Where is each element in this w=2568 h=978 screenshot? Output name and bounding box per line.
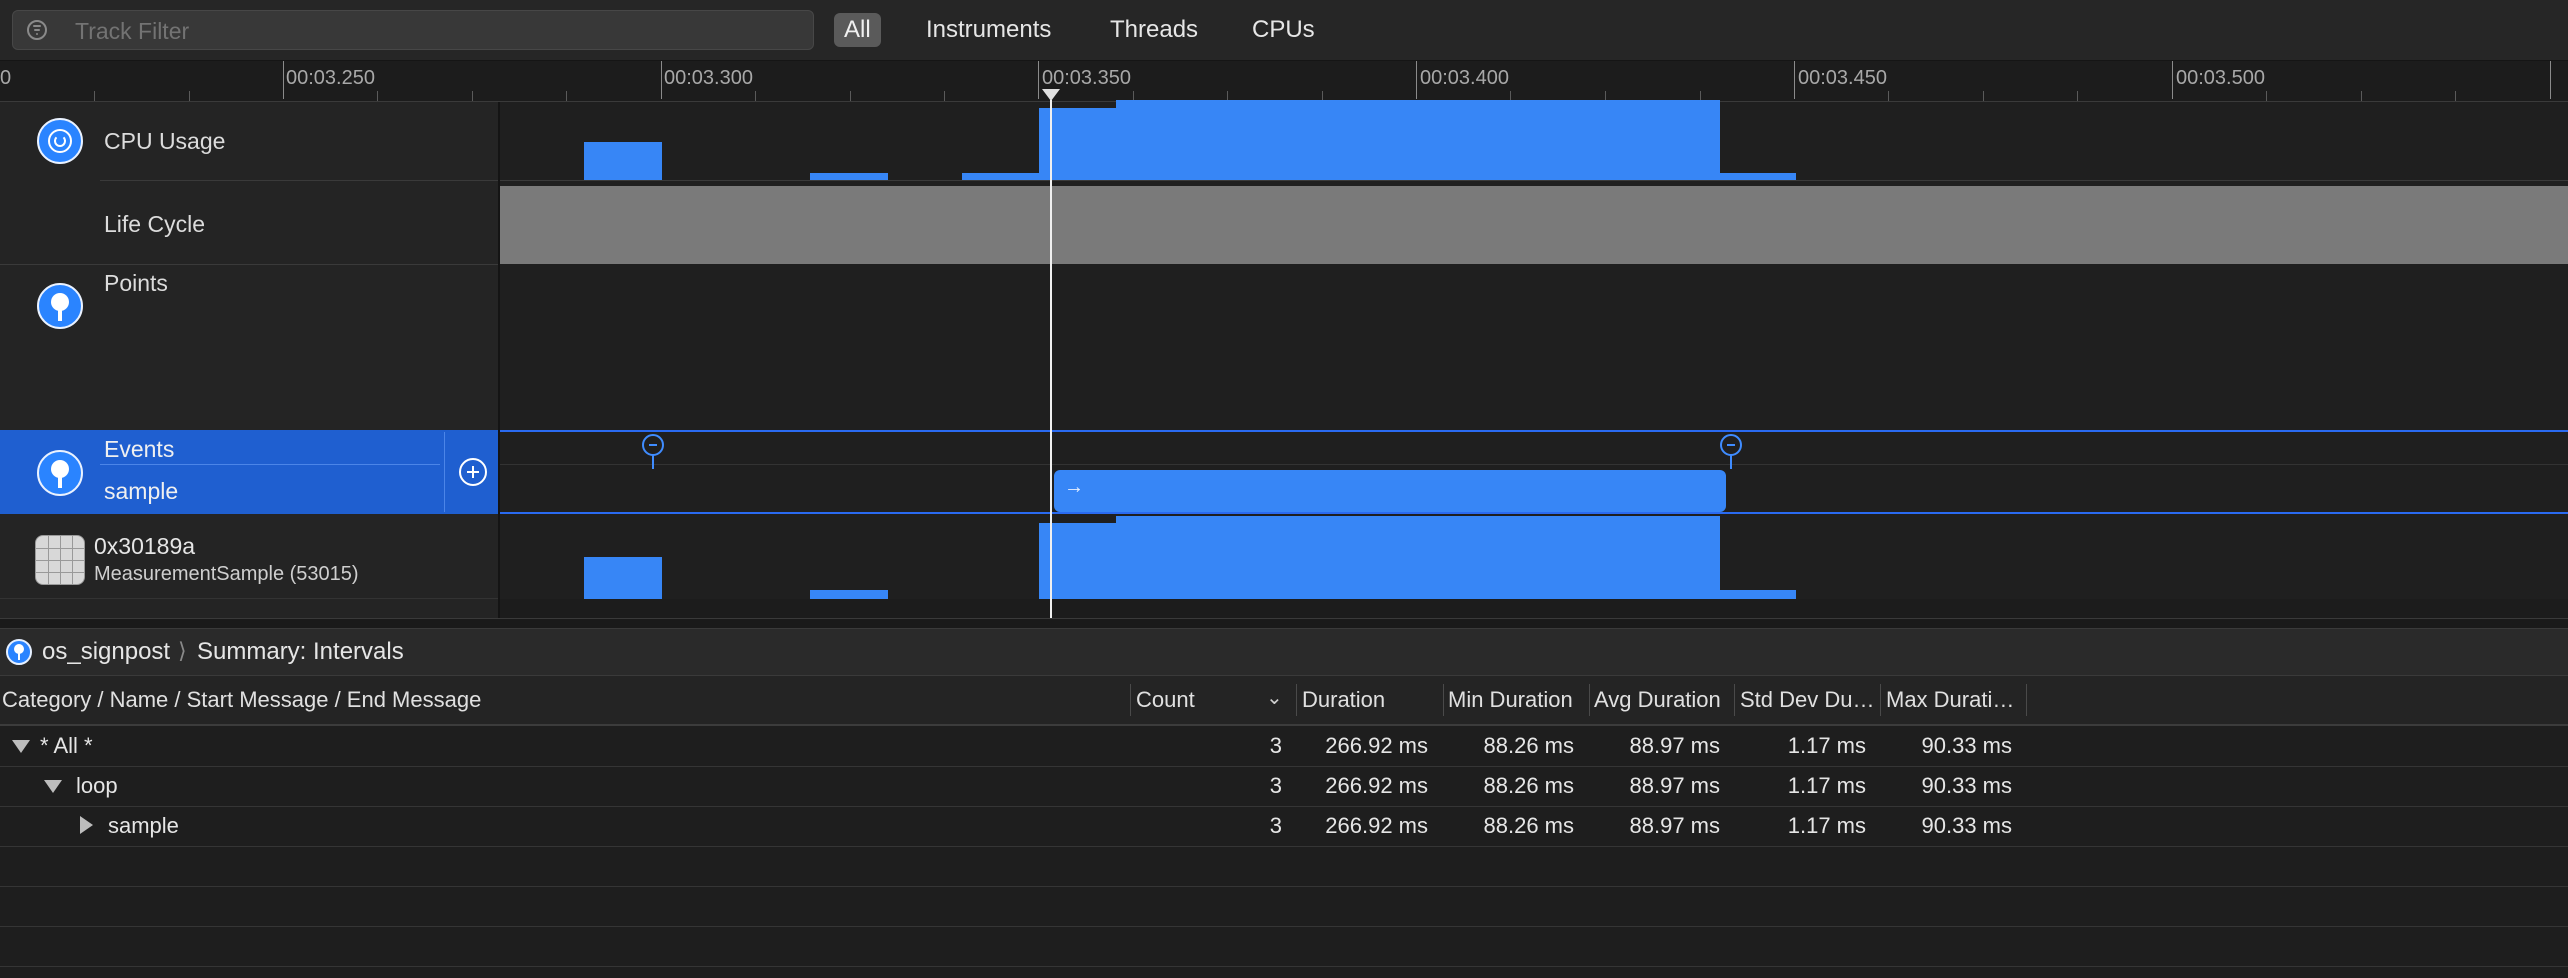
ruler-label: 00:03.300 — [664, 67, 753, 89]
row-duration: 266.92 ms — [1325, 773, 1428, 798]
toolbar: All Instruments Threads CPUs — [0, 0, 2568, 61]
process-cpu-bar — [584, 557, 662, 599]
row-name: sample — [108, 813, 179, 838]
empty-row — [0, 846, 2568, 887]
row-min-duration: 88.26 ms — [1483, 773, 1575, 798]
table-row[interactable]: * All * 3 266.92 ms 88.26 ms 88.97 ms 1.… — [0, 726, 2568, 767]
plus-circle-icon[interactable] — [459, 458, 487, 486]
ruler-label: 00:03.450 — [1798, 67, 1887, 89]
row-count: 3 — [1269, 773, 1282, 798]
ruler-tick — [283, 61, 284, 99]
breadcrumb: os_signpost ⟩ Summary: Intervals — [0, 628, 2568, 676]
cpu-usage-bar — [1720, 173, 1796, 180]
sample-interval-bar[interactable]: → — [1054, 470, 1726, 512]
track-filter-input[interactable] — [73, 11, 797, 51]
tab-cpus[interactable]: CPUs — [1242, 13, 1325, 47]
ruler-tick — [2550, 61, 2551, 99]
process-name: 0x30189a — [94, 533, 196, 559]
arrow-right-icon: → — [1064, 476, 1084, 498]
tab-threads[interactable]: Threads — [1100, 13, 1208, 47]
ruler-label: 0 — [0, 67, 12, 89]
ruler-tick — [1416, 61, 1417, 99]
column-header-name[interactable]: Category / Name / Start Message / End Me… — [2, 676, 481, 724]
life-cycle-track-label: Life Cycle — [104, 211, 205, 237]
table-row[interactable]: loop 3 266.92 ms 88.26 ms 88.97 ms 1.17 … — [0, 766, 2568, 807]
track-filter-field[interactable] — [12, 10, 814, 51]
process-grid-icon — [35, 535, 85, 585]
events-track-label: Events — [104, 436, 175, 462]
breadcrumb-view[interactable]: Summary: Intervals — [197, 638, 404, 666]
table-header: Category / Name / Start Message / End Me… — [0, 676, 2568, 726]
row-std-dev: 1.17 ms — [1787, 773, 1866, 798]
row-count: 3 — [1269, 733, 1282, 758]
tab-all[interactable]: All — [834, 13, 881, 47]
ruler-label: 00:03.500 — [2176, 67, 2265, 89]
row-avg-duration: 88.97 ms — [1629, 733, 1721, 758]
row-avg-duration: 88.97 ms — [1629, 813, 1721, 838]
empty-row — [0, 926, 2568, 967]
column-header-std-dev[interactable]: Std Dev Du… — [1740, 676, 1875, 724]
row-min-duration: 88.26 ms — [1483, 733, 1575, 758]
ruler-tick — [661, 61, 662, 99]
empty-row — [0, 886, 2568, 927]
events-sublabel-sample: sample — [104, 478, 179, 504]
row-std-dev: 1.17 ms — [1787, 813, 1866, 838]
column-header-duration[interactable]: Duration — [1302, 676, 1385, 724]
interval-marker-icon[interactable] — [1720, 434, 1742, 456]
ruler-label: 00:03.400 — [1420, 67, 1509, 89]
breadcrumb-instrument[interactable]: os_signpost — [42, 638, 170, 666]
cpu-usage-bar — [584, 142, 662, 180]
process-subtitle: MeasurementSample (53015) — [94, 563, 359, 585]
process-cpu-bar — [1116, 516, 1720, 599]
time-ruler[interactable]: 0 00:03.250 00:03.300 00:03.350 00:03.40… — [0, 61, 2568, 102]
ruler-tick — [1038, 61, 1039, 99]
ruler-label: 00:03.250 — [286, 67, 375, 89]
row-min-duration: 88.26 ms — [1483, 813, 1575, 838]
column-header-count[interactable]: Count — [1136, 676, 1195, 724]
pin-icon — [37, 283, 83, 329]
ruler-label: 00:03.350 — [1042, 67, 1131, 89]
sort-descending-icon[interactable]: ⌄ — [1266, 685, 1283, 710]
row-avg-duration: 88.97 ms — [1629, 773, 1721, 798]
disclosure-expanded-icon[interactable] — [12, 740, 30, 753]
row-duration: 266.92 ms — [1325, 813, 1428, 838]
tab-instruments[interactable]: Instruments — [916, 13, 1061, 47]
cpu-usage-track-label: CPU Usage — [104, 128, 226, 154]
cpu-usage-bar — [810, 173, 888, 180]
column-header-avg-duration[interactable]: Avg Duration — [1594, 676, 1721, 724]
disclosure-collapsed-icon[interactable] — [80, 816, 93, 834]
gauge-icon — [37, 118, 83, 164]
breadcrumb-separator-icon: ⟩ — [178, 638, 187, 663]
process-cpu-bar — [810, 590, 888, 599]
row-duration: 266.92 ms — [1325, 733, 1428, 758]
ruler-tick — [1794, 61, 1795, 99]
playhead-line — [1050, 100, 1052, 618]
column-header-max-duration[interactable]: Max Durati… — [1886, 676, 2014, 724]
row-name: loop — [76, 773, 118, 798]
life-cycle-band — [500, 186, 2568, 264]
points-track-label: Points — [104, 270, 168, 296]
row-name: * All * — [40, 733, 93, 758]
signpost-icon — [6, 639, 32, 665]
filter-icon — [27, 20, 47, 40]
row-max-duration: 90.33 ms — [1921, 733, 2013, 758]
process-cpu-bar — [1720, 590, 1796, 599]
row-count: 3 — [1269, 813, 1282, 838]
row-max-duration: 90.33 ms — [1921, 773, 2013, 798]
pin-icon — [37, 450, 83, 496]
row-std-dev: 1.17 ms — [1787, 733, 1866, 758]
row-max-duration: 90.33 ms — [1921, 813, 2013, 838]
cpu-usage-bar — [1116, 100, 1720, 180]
ruler-tick — [2172, 61, 2173, 99]
disclosure-expanded-icon[interactable] — [44, 780, 62, 793]
interval-marker-icon[interactable] — [642, 434, 664, 456]
table-row[interactable]: sample 3 266.92 ms 88.26 ms 88.97 ms 1.1… — [0, 806, 2568, 847]
cpu-usage-bar — [962, 173, 1040, 180]
column-header-min-duration[interactable]: Min Duration — [1448, 676, 1573, 724]
